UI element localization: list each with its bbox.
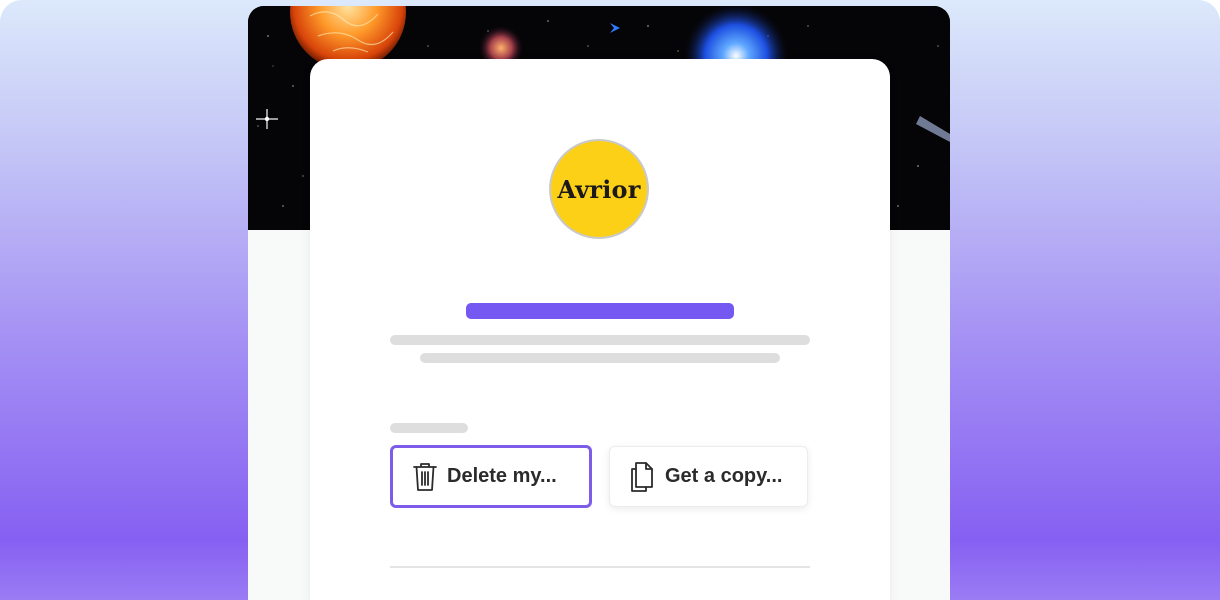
trash-icon [413,462,437,491]
delete-data-button[interactable]: Delete my... [390,445,592,508]
documents-icon [631,461,653,492]
get-copy-button[interactable]: Get a copy... [609,446,808,507]
divider [390,566,810,568]
title-placeholder [466,303,734,319]
brand-avatar: Avrior [549,139,649,239]
privacy-card: Avrior Delete my... Get a copy... [310,59,890,600]
app-window: Avrior Delete my... Get a copy... [248,6,950,600]
background: Avrior Delete my... Get a copy... [0,0,1220,600]
description-placeholder-line-1 [390,335,810,345]
get-copy-label: Get a copy... [665,465,783,487]
description-placeholder-line-2 [420,353,780,363]
section-label-placeholder [390,423,468,433]
delete-data-label: Delete my... [447,465,557,487]
brand-logo-text: Avrior [557,174,641,204]
